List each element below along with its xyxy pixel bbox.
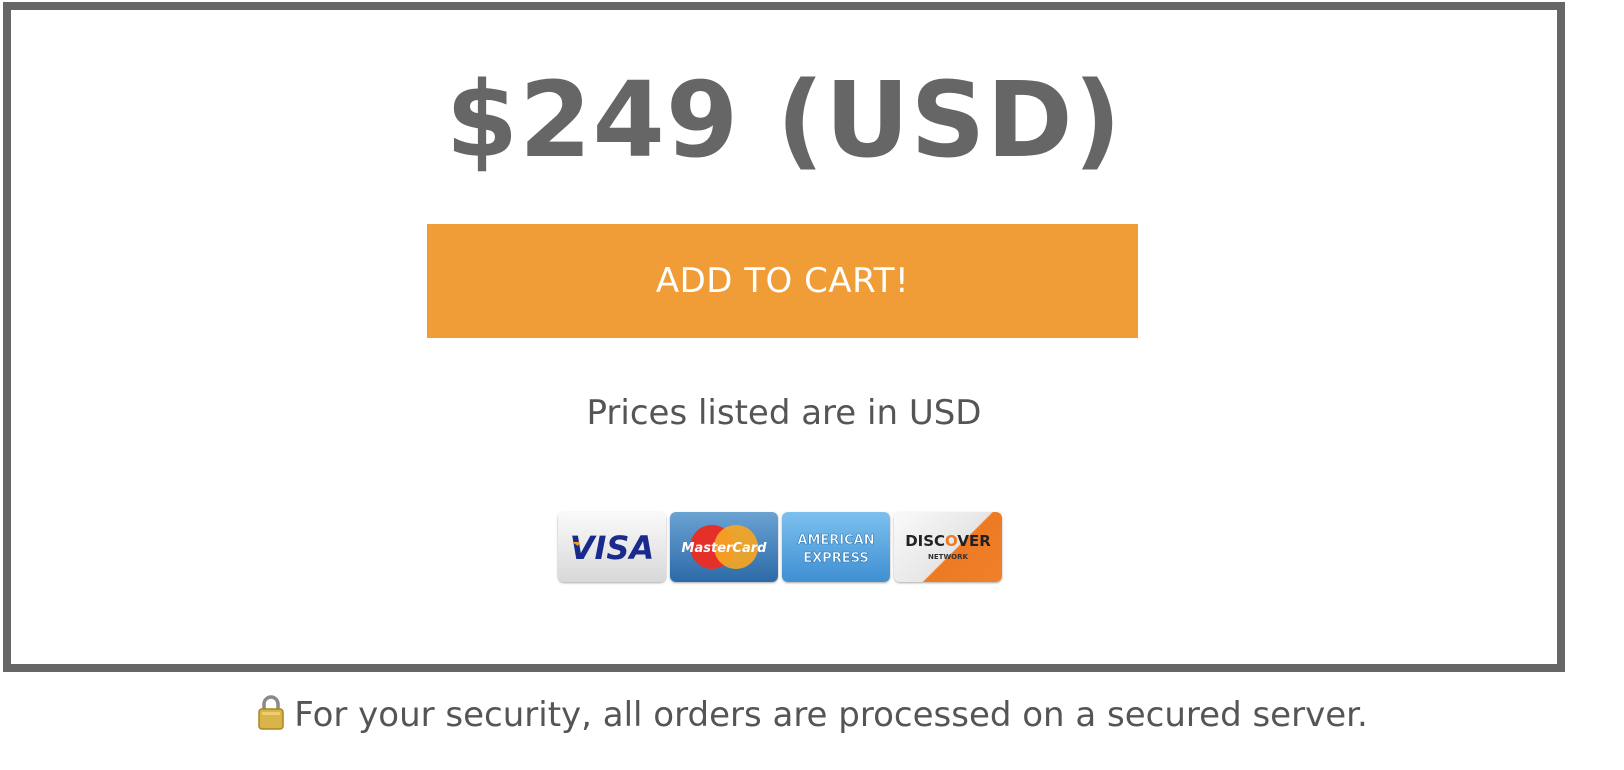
currency-note: Prices listed are in USD <box>586 393 982 433</box>
svg-text:EXPRESS: EXPRESS <box>803 551 868 566</box>
security-note: For your security, all orders are proces… <box>0 694 1624 739</box>
svg-text:VISA: VISA <box>570 529 654 567</box>
pricing-box: $249 (USD) ADD TO CART! Prices listed ar… <box>3 2 1565 672</box>
add-to-cart-button[interactable]: ADD TO CART! <box>427 224 1138 338</box>
visa-card-logo: VISA <box>558 512 666 582</box>
svg-text:MasterCard: MasterCard <box>682 541 768 556</box>
svg-text:AMERICAN: AMERICAN <box>797 533 874 548</box>
discover-logo: DISCOVER NETWORK <box>894 512 1002 582</box>
price: $249 (USD) <box>445 59 1123 181</box>
svg-text:DISCOVER: DISCOVER <box>905 532 991 550</box>
security-text: For your security, all orders are proces… <box>294 695 1368 735</box>
lock-icon <box>256 694 286 739</box>
mastercard-logo: MasterCard <box>670 512 778 582</box>
svg-text:NETWORK: NETWORK <box>928 553 968 561</box>
payment-cards: VISA MasterCard AMERICAN EXPRESS DISCOVE… <box>558 512 1002 582</box>
american-express-logo: AMERICAN EXPRESS <box>782 512 890 582</box>
